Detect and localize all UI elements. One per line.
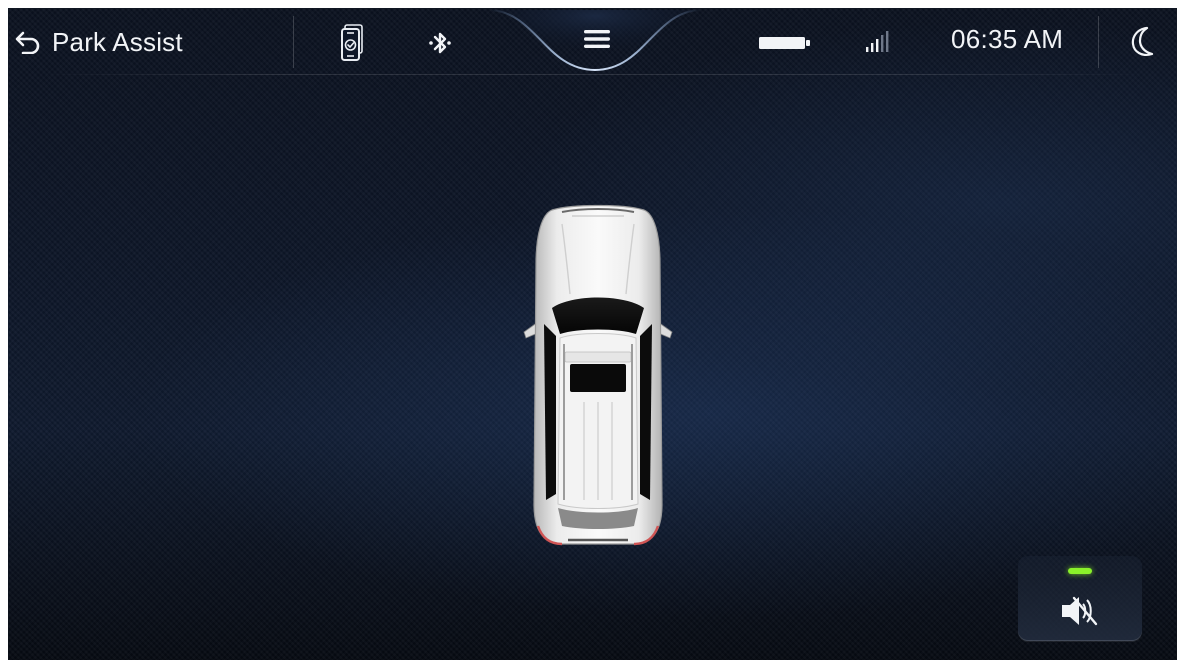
status-bar-divider [42,74,1143,75]
signal-icon [863,30,893,54]
phone-connected-icon[interactable] [338,24,366,62]
divider [1098,16,1099,68]
mute-button[interactable] [1018,556,1142,641]
park-assist-screen: Park Assist 06:35 AM [8,8,1177,660]
battery-icon [758,35,812,51]
page-title: Park Assist [52,26,183,57]
back-button[interactable]: Park Assist [14,22,183,62]
back-arrow-icon [14,30,42,54]
car-top-view [522,204,674,550]
divider [293,16,294,68]
clock: 06:35 AM [951,24,1064,54]
speaker-muted-icon [1060,594,1100,633]
moon-icon[interactable] [1126,24,1160,60]
menu-icon[interactable] [582,26,612,52]
mute-status-indicator [1068,568,1092,574]
bluetooth-icon[interactable] [426,28,454,58]
status-bar: Park Assist 06:35 AM [8,8,1177,76]
